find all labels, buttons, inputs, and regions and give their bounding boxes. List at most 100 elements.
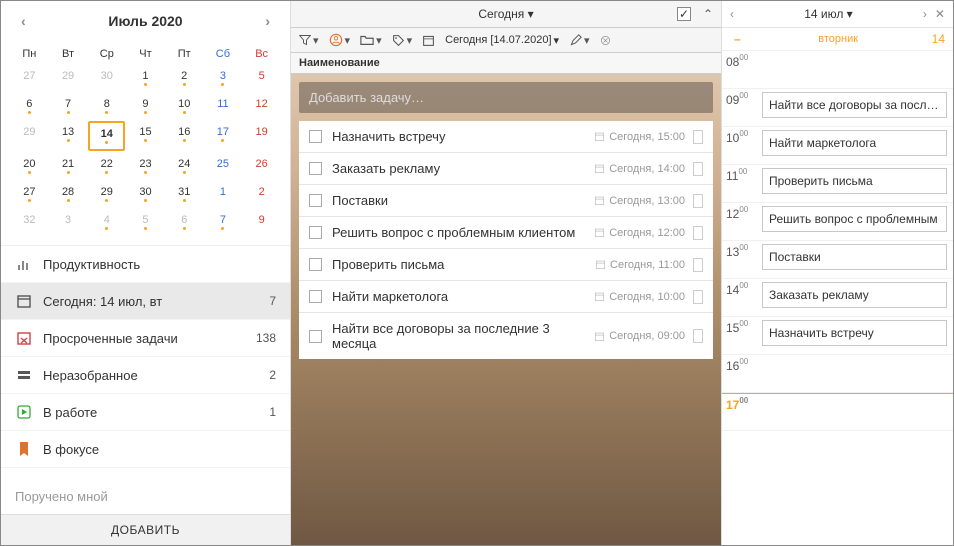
calendar-small-icon[interactable]	[422, 34, 435, 47]
task-checkbox[interactable]	[309, 130, 322, 143]
timeline-event[interactable]: Найти все договоры за последние	[762, 92, 947, 118]
show-completed-checkbox[interactable]: ✓	[677, 7, 691, 21]
calendar-day[interactable]: 27	[11, 181, 48, 207]
calendar-day[interactable]: 21	[50, 153, 87, 179]
close-icon[interactable]: ✕	[935, 7, 945, 21]
timeline-event[interactable]: Заказать рекламу	[762, 282, 947, 308]
calendar-day[interactable]: 4	[88, 209, 125, 235]
hour-row[interactable]: 1700	[722, 393, 953, 431]
task-row[interactable]: Решить вопрос с проблемным клиентомСегод…	[299, 217, 713, 249]
calendar-day[interactable]: 19	[243, 121, 280, 151]
smartlist-item[interactable]: Готово к сдаче	[1, 468, 290, 479]
calendar-day[interactable]: 11	[205, 93, 242, 119]
calendar-day[interactable]: 5	[243, 65, 280, 91]
calendar-day[interactable]: 14	[88, 121, 125, 151]
task-checkbox[interactable]	[309, 258, 322, 271]
bookmark-icon[interactable]	[693, 258, 703, 272]
calendar-day[interactable]: 13	[50, 121, 87, 151]
calendar-day[interactable]: 2	[243, 181, 280, 207]
hour-row[interactable]: 1100Проверить письма	[722, 165, 953, 203]
task-checkbox[interactable]	[309, 194, 322, 207]
calendar-day[interactable]: 6	[166, 209, 203, 235]
calendar-day[interactable]: 16	[166, 121, 203, 151]
bookmark-icon[interactable]	[693, 329, 703, 343]
smartlist-item[interactable]: Просроченные задачи138	[1, 320, 290, 357]
smartlist-item[interactable]: Продуктивность	[1, 246, 290, 283]
smartlist-item[interactable]: В работе1	[1, 394, 290, 431]
task-checkbox[interactable]	[309, 330, 322, 343]
calendar-day[interactable]: 29	[88, 181, 125, 207]
task-row[interactable]: Назначить встречуСегодня, 15:00	[299, 121, 713, 153]
task-row[interactable]: ПоставкиСегодня, 13:00	[299, 185, 713, 217]
timeline-event[interactable]: Решить вопрос с проблемным	[762, 206, 947, 232]
calendar-day[interactable]: 26	[243, 153, 280, 179]
calendar-day[interactable]: 3	[205, 65, 242, 91]
calendar-day[interactable]: 30	[127, 181, 164, 207]
bookmark-icon[interactable]	[693, 226, 703, 240]
bookmark-icon[interactable]	[693, 290, 703, 304]
clear-icon[interactable]	[600, 35, 611, 46]
calendar-day[interactable]: 10	[166, 93, 203, 119]
middle-title[interactable]: Сегодня ▾	[478, 7, 533, 21]
task-row[interactable]: Найти все договоры за последние 3 месяца…	[299, 313, 713, 359]
calendar-day[interactable]: 6	[11, 93, 48, 119]
task-row[interactable]: Заказать рекламуСегодня, 14:00	[299, 153, 713, 185]
task-row[interactable]: Проверить письмаСегодня, 11:00	[299, 249, 713, 281]
calendar-day[interactable]: 27	[11, 65, 48, 91]
tag-icon[interactable]: ▾	[392, 34, 413, 47]
hour-row[interactable]: 1400Заказать рекламу	[722, 279, 953, 317]
prev-day-button[interactable]: ‹	[730, 7, 734, 21]
calendar-day[interactable]: 25	[205, 153, 242, 179]
calendar-day[interactable]: 1	[205, 181, 242, 207]
calendar-day[interactable]: 1	[127, 65, 164, 91]
bookmark-icon[interactable]	[693, 130, 703, 144]
timeline-event[interactable]: Найти маркетолога	[762, 130, 947, 156]
middle-expand-icon[interactable]: ⌃	[703, 7, 713, 21]
calendar-day[interactable]: 15	[127, 121, 164, 151]
folder-icon[interactable]: ▾	[360, 34, 382, 47]
calendar-day[interactable]: 12	[243, 93, 280, 119]
add-task-input[interactable]: Добавить задачу…	[299, 82, 713, 113]
smartlist-item[interactable]: Неразобранное2	[1, 357, 290, 394]
brush-icon[interactable]: ▾	[569, 34, 590, 47]
calendar-day[interactable]: 31	[166, 181, 203, 207]
next-month-button[interactable]: ›	[259, 11, 276, 31]
hour-row[interactable]: 1600	[722, 355, 953, 393]
calendar-day[interactable]: 30	[88, 65, 125, 91]
hour-row[interactable]: 1200Решить вопрос с проблемным	[722, 203, 953, 241]
bookmark-icon[interactable]	[693, 194, 703, 208]
calendar-day[interactable]: 3	[50, 209, 87, 235]
calendar-day[interactable]: 32	[11, 209, 48, 235]
task-checkbox[interactable]	[309, 162, 322, 175]
calendar-day[interactable]: 28	[50, 181, 87, 207]
calendar-day[interactable]: 8	[88, 93, 125, 119]
calendar-day[interactable]: 7	[205, 209, 242, 235]
bookmark-icon[interactable]	[693, 162, 703, 176]
toolbar-date-button[interactable]: Сегодня [14.07.2020] ▾	[445, 34, 559, 47]
next-day-button[interactable]: ›	[923, 7, 927, 21]
calendar-day[interactable]: 9	[127, 93, 164, 119]
timeline-event[interactable]: Проверить письма	[762, 168, 947, 194]
smartlist-item[interactable]: В фокусе	[1, 431, 290, 468]
right-title[interactable]: 14 июл ▾	[804, 7, 852, 21]
calendar-day[interactable]: 29	[50, 65, 87, 91]
add-button[interactable]: ДОБАВИТЬ	[1, 514, 290, 545]
task-row[interactable]: Найти маркетологаСегодня, 10:00	[299, 281, 713, 313]
timeline-event[interactable]: Поставки	[762, 244, 947, 270]
hour-row[interactable]: 0900Найти все договоры за последние	[722, 89, 953, 127]
column-header[interactable]: Наименование	[291, 53, 721, 74]
user-icon[interactable]: ▾	[329, 33, 351, 47]
calendar-day[interactable]: 2	[166, 65, 203, 91]
calendar-day[interactable]: 20	[11, 153, 48, 179]
calendar-day[interactable]: 23	[127, 153, 164, 179]
calendar-day[interactable]: 17	[205, 121, 242, 151]
hour-row[interactable]: 0800	[722, 51, 953, 89]
task-checkbox[interactable]	[309, 226, 322, 239]
prev-month-button[interactable]: ‹	[15, 11, 32, 31]
hour-row[interactable]: 1500Назначить встречу	[722, 317, 953, 355]
filter-icon[interactable]: ▾	[299, 34, 319, 47]
calendar-day[interactable]: 7	[50, 93, 87, 119]
calendar-day[interactable]: 29	[11, 121, 48, 151]
hour-row[interactable]: 1000Найти маркетолога	[722, 127, 953, 165]
hour-row[interactable]: 1300Поставки	[722, 241, 953, 279]
